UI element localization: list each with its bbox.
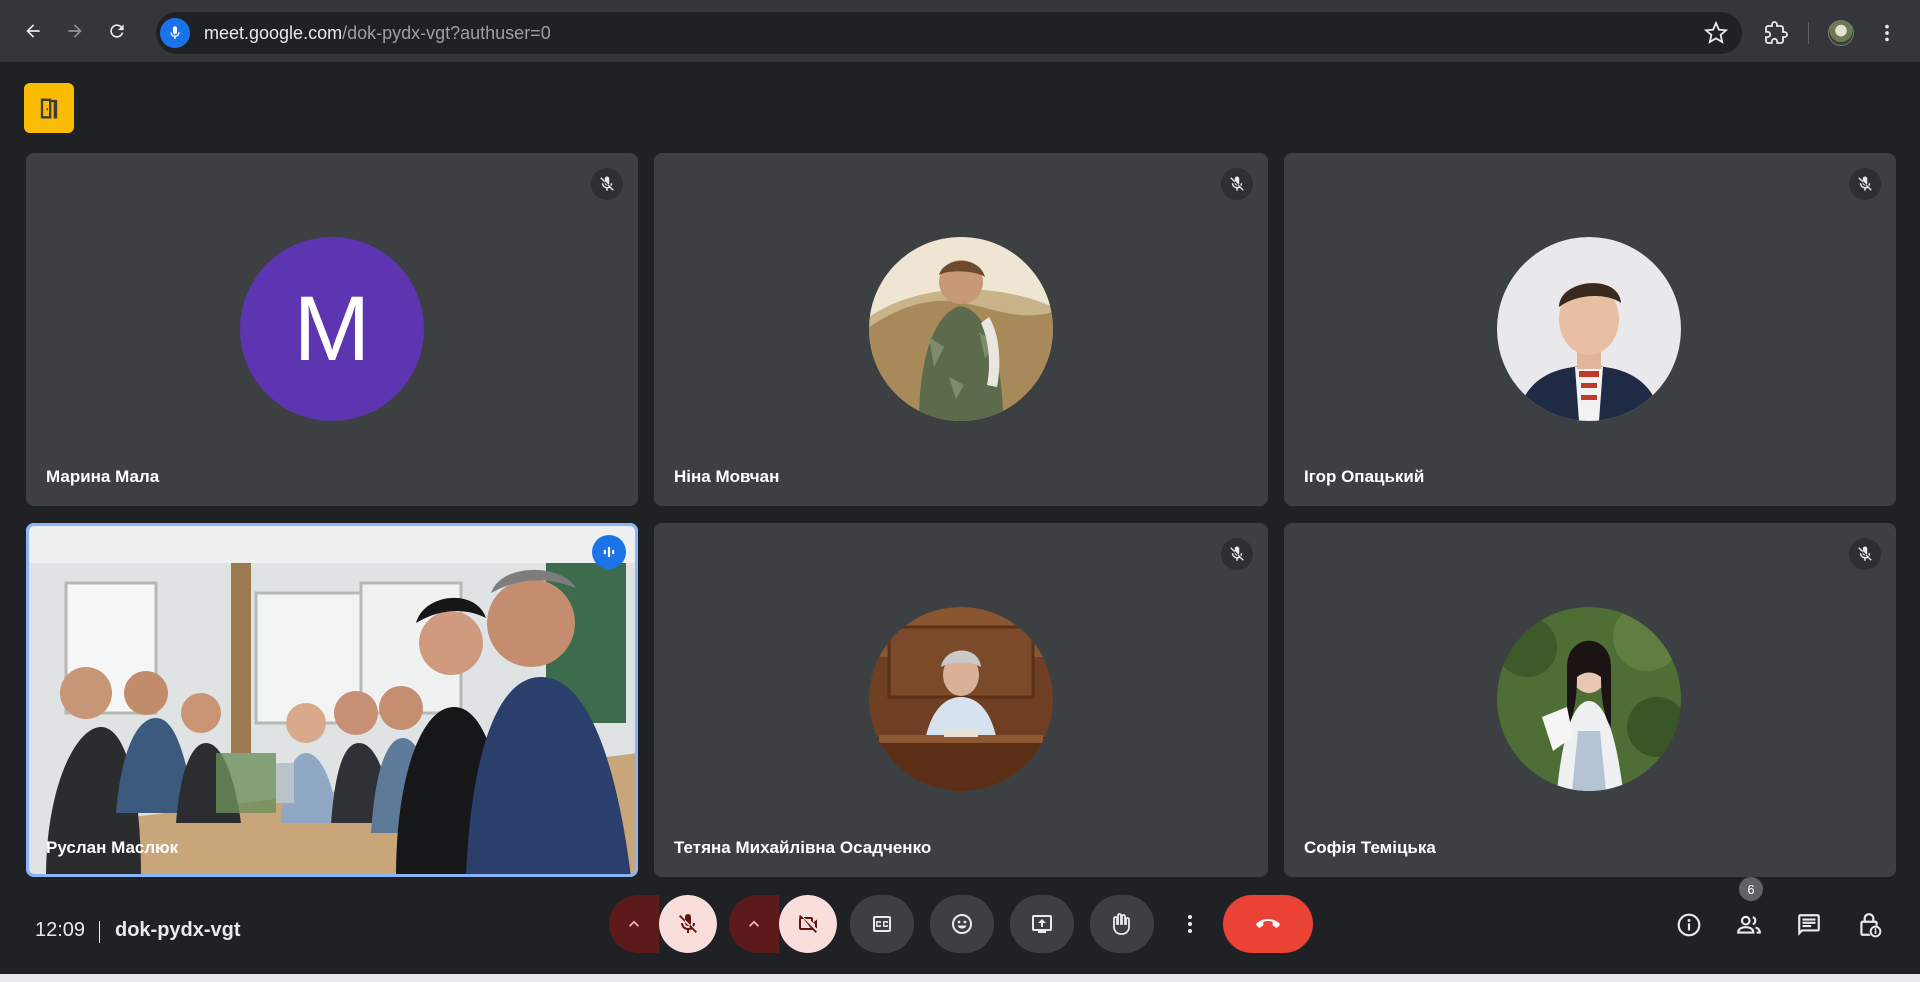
participant-tile[interactable]: Тетяна Михайлівна Осадченко [654,523,1268,877]
captions-button[interactable] [850,895,914,953]
microphone-off-button[interactable] [659,895,717,953]
address-bar[interactable]: meet.google.com/dok-pydx-vgt?authuser=0 [156,12,1742,54]
bottom-divider [99,921,100,943]
more-options-icon[interactable] [1175,895,1205,953]
participant-name: Марина Мала [46,467,160,486]
microphone-control-group [609,895,717,953]
reload-icon[interactable] [99,13,135,49]
back-icon[interactable] [15,13,51,49]
avatar-letter: M [240,237,424,421]
url-host: meet.google.com [204,22,343,43]
muted-mic-icon [591,168,623,200]
url-text: meet.google.com/dok-pydx-vgt?authuser=0 [204,23,551,44]
leave-call-button[interactable] [1223,895,1313,953]
participant-photo [1497,237,1681,421]
breakout-room-icon[interactable] [24,83,74,133]
muted-mic-icon [1849,168,1881,200]
browser-toolbar: meet.google.com/dok-pydx-vgt?authuser=0 [0,0,1920,62]
participant-photo [1497,607,1681,791]
meeting-code: dok-pydx-vgt [115,919,241,941]
camera-control-group [729,895,837,953]
participant-tile[interactable]: Ніна Мовчан [654,153,1268,506]
profile-avatar[interactable] [1828,20,1854,46]
participant-name: Ніна Мовчан [674,467,780,486]
muted-mic-icon [1221,538,1253,570]
muted-mic-icon [1221,168,1253,200]
participant-tile-active-speaker[interactable]: Руслан Маслюк [26,523,638,877]
present-screen-button[interactable] [1010,895,1074,953]
participant-name: Софія Теміцька [1304,838,1436,857]
participant-photo [869,607,1053,791]
host-controls-lock-icon[interactable] [1849,905,1889,945]
current-time: 12:09 [35,919,86,941]
meeting-details-info-icon[interactable] [1669,905,1709,945]
chat-icon[interactable] [1789,905,1829,945]
people-icon [1737,915,1761,934]
participant-tile[interactable]: Софія Теміцька [1284,523,1896,877]
audio-options-chevron-icon[interactable] [609,895,659,953]
speaking-indicator-icon [592,535,626,569]
participant-name: Ігор Опацький [1304,467,1425,486]
call-controls-bar: 12:09 dok-pydx-vgt 6 [0,877,1920,982]
participants-count-badge: 6 [1739,877,1763,901]
bookmark-star-icon[interactable] [1704,21,1728,45]
extensions-icon[interactable] [1760,17,1792,49]
url-path: /dok-pydx-vgt?authuser=0 [342,22,551,43]
meet-call-surface: M Марина Мала Ніна Мовчан Ігор Опацький … [0,62,1920,982]
microphone-in-use-icon[interactable] [160,18,190,48]
participant-tile[interactable]: Ігор Опацький [1284,153,1896,506]
participant-name: Тетяна Михайлівна Осадченко [674,838,932,857]
participant-name: Руслан Маслюк [46,838,179,857]
people-button[interactable]: 6 [1729,877,1769,945]
video-options-chevron-icon[interactable] [729,895,779,953]
muted-mic-icon [1849,538,1881,570]
camera-off-button[interactable] [779,895,837,953]
toolbar-divider [1808,22,1809,44]
participant-tile[interactable]: M Марина Мала [26,153,638,506]
forward-icon[interactable] [57,13,93,49]
window-bottom-edge [0,974,1920,982]
participant-photo [869,237,1053,421]
reactions-button[interactable] [930,895,994,953]
participant-video [26,523,638,877]
browser-menu-icon[interactable] [1872,18,1902,48]
raise-hand-button[interactable] [1090,895,1154,953]
